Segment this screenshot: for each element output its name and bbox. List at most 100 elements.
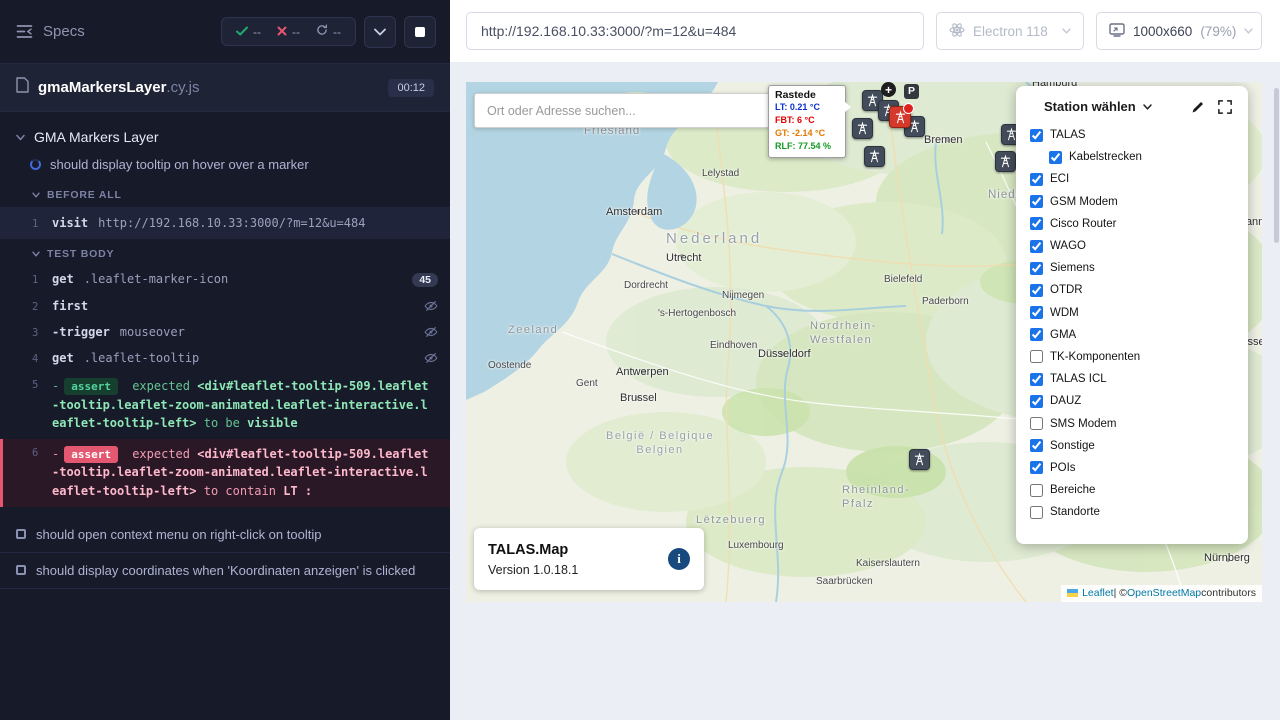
station-checkbox-item[interactable]: POIs: [1030, 457, 1234, 479]
station-checkbox[interactable]: [1030, 195, 1043, 208]
command-row[interactable]: 4get.leaflet-tooltip: [0, 345, 450, 371]
app-version: Version 1.0.18.1: [488, 563, 578, 577]
station-checkbox[interactable]: [1030, 506, 1043, 519]
info-icon[interactable]: i: [668, 548, 690, 570]
chevron-down-icon[interactable]: [1143, 104, 1152, 110]
passed-icon: [236, 25, 248, 39]
command-row[interactable]: 5-assert expected <div#leaflet-tooltip-5…: [0, 371, 450, 439]
map-label: Kaiserslautern: [856, 558, 920, 571]
station-checkbox[interactable]: [1030, 417, 1043, 430]
station-checkbox[interactable]: [1030, 240, 1043, 253]
command-row[interactable]: 1visithttp://192.168.10.33:3000/?m=12&u=…: [0, 207, 450, 239]
specs-menu-icon[interactable]: [16, 24, 33, 39]
url-bar[interactable]: http://192.168.10.33:3000/?m=12&u=484: [466, 12, 924, 50]
station-checkbox-item[interactable]: GSM Modem: [1030, 191, 1234, 213]
map-attribution: Leaflet | © OpenStreetMap contributors: [1061, 585, 1262, 602]
command-row[interactable]: 6-assert expected <div#leaflet-tooltip-5…: [0, 439, 450, 507]
station-checkbox[interactable]: [1030, 173, 1043, 186]
station-checkbox-item[interactable]: WDM: [1030, 302, 1234, 324]
command-row[interactable]: 1get.leaflet-marker-icon45: [0, 266, 450, 293]
station-checkbox-item[interactable]: Siemens: [1030, 257, 1234, 279]
command-row[interactable]: 2first: [0, 293, 450, 319]
station-checkbox[interactable]: [1030, 284, 1043, 297]
station-marker-icon[interactable]: [864, 146, 885, 167]
pending-test[interactable]: should display coordinates when 'Koordin…: [0, 552, 450, 588]
pending-test-icon: [16, 529, 26, 539]
pending-test[interactable]: should open context menu on right-click …: [0, 517, 450, 552]
station-checkbox[interactable]: [1030, 373, 1043, 386]
suite-title[interactable]: GMA Markers Layer: [0, 120, 450, 152]
map-label: Gent: [576, 378, 598, 391]
station-panel-title[interactable]: Station wählen: [1044, 99, 1136, 114]
stop-icon: [415, 27, 425, 37]
restart-icon: [316, 24, 328, 39]
marker-tooltip[interactable]: Rastede LT: 0.21 °CFBT: 6 °CGT: -2.14 °C…: [768, 85, 846, 158]
leaflet-map[interactable]: FrieslandAmsterdamLelystadNederlandUtrec…: [466, 82, 1262, 602]
map-search-input[interactable]: [474, 93, 776, 128]
fullscreen-icon[interactable]: [1218, 100, 1232, 114]
test-body-section[interactable]: TEST BODY: [0, 239, 450, 266]
collapse-all-button[interactable]: [364, 16, 396, 48]
before-all-section[interactable]: BEFORE ALL: [0, 180, 450, 207]
station-checkbox[interactable]: [1030, 439, 1043, 452]
command-row[interactable]: 3-triggermouseover: [0, 319, 450, 345]
station-panel: Station wählen TALASKabelstreckenECIGSM …: [1016, 86, 1248, 544]
browser-select[interactable]: Electron 118: [936, 12, 1084, 50]
station-checkbox-item[interactable]: ECI: [1030, 168, 1234, 190]
station-checkbox-item[interactable]: TK-Komponenten: [1030, 346, 1234, 368]
map-label: Nürnberg: [1204, 552, 1250, 566]
station-checkbox-item[interactable]: OTDR: [1030, 279, 1234, 301]
station-checkbox-item[interactable]: Kabelstrecken: [1049, 146, 1234, 168]
station-checkbox[interactable]: [1030, 484, 1043, 497]
map-label: Eindhoven: [710, 340, 757, 353]
station-checkbox-item[interactable]: WAGO: [1030, 235, 1234, 257]
stop-button[interactable]: [404, 16, 436, 48]
station-checkbox[interactable]: [1030, 328, 1043, 341]
hidden-eye-icon: [424, 300, 438, 312]
scrollbar-thumb[interactable]: [1274, 88, 1279, 243]
osm-link[interactable]: OpenStreetMap: [1127, 587, 1201, 599]
station-checkbox-item[interactable]: DAUZ: [1030, 390, 1234, 412]
hidden-eye-icon: [424, 352, 438, 364]
chevron-down-icon: [32, 192, 40, 198]
station-checkbox-item[interactable]: SMS Modem: [1030, 412, 1234, 434]
station-checkbox-item[interactable]: Cisco Router: [1030, 213, 1234, 235]
station-checkbox[interactable]: [1030, 395, 1043, 408]
leaflet-link[interactable]: Leaflet: [1082, 587, 1114, 599]
before-all-commands: 1visithttp://192.168.10.33:3000/?m=12&u=…: [0, 207, 450, 239]
station-checkbox[interactable]: [1030, 217, 1043, 230]
station-checkbox-item[interactable]: TALAS: [1030, 124, 1234, 146]
active-test[interactable]: should display tooltip on hover over a m…: [0, 152, 450, 180]
spec-name[interactable]: gmaMarkersLayer.cy.js: [38, 79, 199, 96]
station-marker-icon[interactable]: [909, 449, 930, 470]
map-label: Bremen: [924, 134, 963, 148]
viewport-select[interactable]: 1000x660 (79%): [1096, 12, 1262, 50]
test-stats: -- -- --: [221, 17, 356, 46]
station-checkbox-item[interactable]: Bereiche: [1030, 479, 1234, 501]
map-label: Düsseldorf: [758, 348, 811, 362]
station-checkbox-item[interactable]: Standorte: [1030, 501, 1234, 523]
specs-label[interactable]: Specs: [43, 23, 85, 40]
station-checkbox[interactable]: [1030, 262, 1043, 275]
map-label: Nederland: [666, 230, 762, 249]
station-checkbox-item[interactable]: Sonstige: [1030, 435, 1234, 457]
station-marker-icon[interactable]: [852, 118, 873, 139]
test-body-commands: 1get.leaflet-marker-icon452first3-trigge…: [0, 266, 450, 507]
chevron-down-icon: [16, 134, 25, 141]
station-marker-icon[interactable]: [995, 151, 1016, 172]
map-label: Utrecht: [666, 252, 701, 266]
pending-stat: --: [316, 24, 341, 39]
station-checkbox-item[interactable]: TALAS ICL: [1030, 368, 1234, 390]
station-checkbox[interactable]: [1030, 129, 1043, 142]
map-label: Rheinland- Pfalz: [842, 484, 910, 512]
map-label: Antwerpen: [616, 366, 669, 380]
station-checkbox[interactable]: [1049, 151, 1062, 164]
station-checkbox-item[interactable]: GMA: [1030, 324, 1234, 346]
hovered-station-marker-icon[interactable]: [889, 106, 911, 128]
cluster-plus-icon[interactable]: +: [881, 82, 896, 97]
parking-marker-icon[interactable]: P: [904, 84, 919, 99]
station-checkbox[interactable]: [1030, 461, 1043, 474]
station-checkbox[interactable]: [1030, 350, 1043, 363]
station-checkbox[interactable]: [1030, 306, 1043, 319]
edit-icon[interactable]: [1191, 100, 1205, 114]
